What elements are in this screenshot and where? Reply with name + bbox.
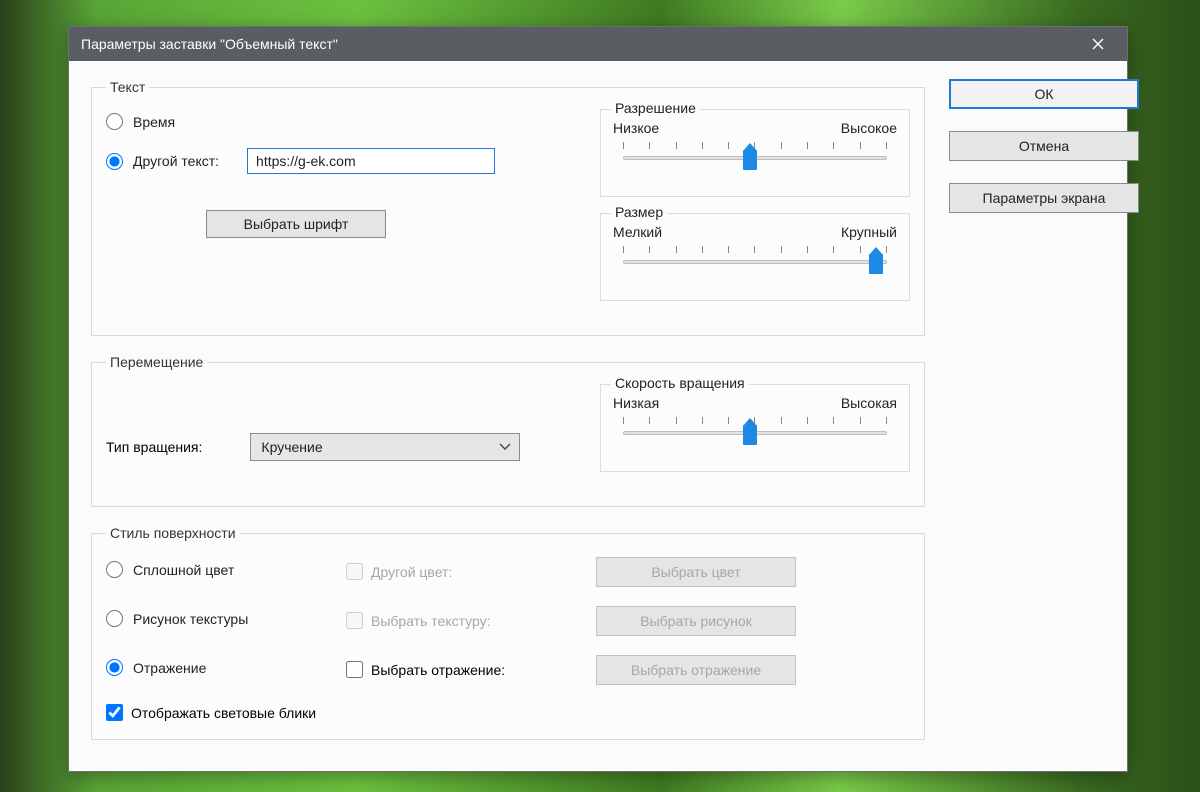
radio-solid-color[interactable]	[106, 561, 123, 578]
speed-slider-group: Скорость вращения Низкая Высокая	[600, 384, 910, 472]
rotation-type-value: Кручение	[261, 439, 322, 455]
rotation-type-label: Тип вращения:	[106, 439, 202, 455]
radio-texture-picture-label: Рисунок текстуры	[133, 611, 248, 627]
surface-group-legend: Стиль поверхности	[106, 525, 240, 541]
radio-texture-picture[interactable]	[106, 610, 123, 627]
move-group-legend: Перемещение	[106, 354, 207, 370]
size-high-label: Крупный	[841, 224, 897, 240]
radio-solid-color-label: Сплошной цвет	[133, 562, 234, 578]
speed-low-label: Низкая	[613, 395, 659, 411]
radio-reflection-label: Отражение	[133, 660, 206, 676]
radio-time[interactable]	[106, 113, 123, 130]
radio-custom-text[interactable]	[106, 153, 123, 170]
text-group-legend: Текст	[106, 79, 149, 95]
resolution-high-label: Высокое	[841, 120, 897, 136]
size-slider-group: Размер Мелкий Крупный	[600, 213, 910, 301]
choose-picture-button: Выбрать рисунок	[596, 606, 796, 636]
close-icon[interactable]	[1081, 27, 1115, 61]
checkbox-show-highlights[interactable]	[106, 704, 123, 721]
dialog-content: Текст Время Другой текст:	[69, 61, 1127, 771]
checkbox-show-highlights-label: Отображать световые блики	[131, 705, 316, 721]
resolution-slider[interactable]	[613, 142, 897, 178]
radio-reflection[interactable]	[106, 659, 123, 676]
choose-reflection-button: Выбрать отражение	[596, 655, 796, 685]
radio-custom-text-label: Другой текст:	[133, 153, 219, 169]
rotation-type-combo[interactable]: Кручение	[250, 433, 520, 461]
resolution-legend: Разрешение	[611, 100, 700, 116]
checkbox-custom-color-label: Другой цвет:	[371, 564, 452, 580]
radio-time-label: Время	[133, 114, 175, 130]
display-params-button[interactable]: Параметры экрана	[949, 183, 1139, 213]
custom-text-input[interactable]	[247, 148, 495, 174]
resolution-slider-group: Разрешение Низкое Высокое	[600, 109, 910, 197]
choose-font-button[interactable]: Выбрать шрифт	[206, 210, 386, 238]
checkbox-choose-texture-label: Выбрать текстуру:	[371, 613, 491, 629]
checkbox-choose-reflection[interactable]	[346, 661, 363, 678]
window-title: Параметры заставки "Объемный текст"	[81, 36, 338, 52]
chevron-down-icon	[499, 443, 511, 451]
speed-legend: Скорость вращения	[611, 375, 749, 391]
ok-button[interactable]: ОК	[949, 79, 1139, 109]
surface-group: Стиль поверхности Сплошной цвет Другой ц…	[91, 525, 925, 740]
move-group: Перемещение Тип вращения: Кручение	[91, 354, 925, 507]
checkbox-custom-color	[346, 563, 363, 580]
text-group: Текст Время Другой текст:	[91, 79, 925, 336]
speed-slider[interactable]	[613, 417, 897, 453]
checkbox-choose-reflection-label: Выбрать отражение:	[371, 662, 505, 678]
speed-high-label: Высокая	[841, 395, 897, 411]
resolution-low-label: Низкое	[613, 120, 659, 136]
choose-color-button: Выбрать цвет	[596, 557, 796, 587]
side-buttons: ОК Отмена Параметры экрана	[949, 79, 1139, 213]
dialog-window: Параметры заставки "Объемный текст" Текс…	[68, 26, 1128, 772]
checkbox-choose-texture	[346, 612, 363, 629]
titlebar: Параметры заставки "Объемный текст"	[69, 27, 1127, 61]
cancel-button[interactable]: Отмена	[949, 131, 1139, 161]
size-low-label: Мелкий	[613, 224, 662, 240]
size-slider[interactable]	[613, 246, 897, 282]
size-legend: Размер	[611, 204, 667, 220]
